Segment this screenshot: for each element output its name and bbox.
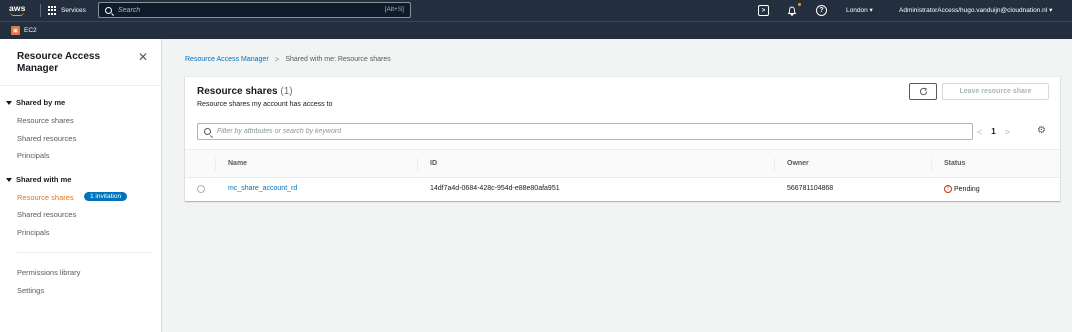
account-label: AdministratorAccess/hugo.vanduijn@cloudn… [899,7,1048,14]
aws-smile-icon [10,12,24,16]
panel-title-text: Resource shares [197,86,278,97]
grid-icon [48,6,57,15]
global-search[interactable]: [Alt+S] [98,2,411,18]
services-menu-button[interactable]: Services [48,4,86,17]
panel-count: (1) [280,86,293,97]
filter-bar[interactable] [197,123,973,140]
table-row[interactable]: mc_share_account_rd 14df7a4d-0684-428c-9… [185,178,1060,200]
ec2-favorite-link[interactable]: EC2 [24,27,37,34]
refresh-button[interactable] [909,83,937,100]
pending-icon: ! [944,185,952,193]
sidebar-item-shared-with-me-principals[interactable]: Principals [17,228,50,237]
filter-input[interactable] [217,128,817,135]
favorites-bar: ▣ EC2 [0,21,1072,39]
aws-logo[interactable]: aws [9,3,31,18]
account-menu[interactable]: AdministratorAccess/hugo.vanduijn@cloudn… [899,6,1052,14]
sidebar-divider [17,252,152,253]
refresh-icon [919,87,927,96]
row-select-radio[interactable] [197,185,205,193]
global-search-input[interactable] [118,6,358,14]
status-badge: ! Pending [944,185,980,193]
search-icon [204,128,211,135]
column-divider [774,158,775,171]
pagination: < 1 > [977,123,1010,140]
caret-down-icon [6,100,12,105]
resource-shares-table-container: Resource shares (1) Resource shares my a… [185,77,1060,201]
panel-description: Resource shares my account has access to [197,101,333,108]
chevron-left-icon[interactable]: < [977,127,982,137]
chevron-right-icon: > [274,55,280,64]
chevron-down-icon: ▾ [869,7,873,14]
sidebar-item-settings[interactable]: Settings [17,286,44,295]
column-divider [931,158,932,171]
chevron-down-icon: ▾ [1049,7,1053,14]
breadcrumb: Resource Access Manager > Shared with me… [185,55,391,64]
search-icon [105,6,112,14]
cloudshell-icon[interactable]: > [758,5,769,16]
top-navigation: aws Services [Alt+S] > ? London ▾ Admini… [0,0,1072,21]
gear-icon[interactable]: ⚙ [1037,126,1047,136]
sidebar-item-shared-by-me-shared-resources[interactable]: Shared resources [17,134,76,143]
invitation-badge: 1 invitation [84,192,128,201]
sidebar-item-shared-by-me-principals[interactable]: Principals [17,151,50,160]
caret-down-icon [6,177,12,182]
notification-dot [798,3,801,6]
sidebar-title[interactable]: Resource Access Manager [17,51,127,75]
sidebar-item-shared-with-me-shared-resources[interactable]: Shared resources [17,210,76,219]
column-header-status[interactable]: Status [944,160,965,167]
resource-share-id: 14df7a4d-0684-428c-954d-e88e80afa951 [430,185,560,192]
status-text: Pending [954,185,980,193]
region-label: London [846,7,868,14]
leave-resource-share-button[interactable]: Leave resource share [942,83,1049,100]
column-divider [215,158,216,171]
column-header-name[interactable]: Name [228,160,247,167]
bell-icon[interactable] [786,5,797,16]
panel-title: Resource shares (1) [197,86,293,97]
help-icon[interactable]: ? [816,5,827,16]
table-header: Name ID Owner Status [185,149,1060,178]
services-label: Services [61,7,86,14]
breadcrumb-current: Shared with me: Resource shares [285,56,391,63]
sidebar-divider [0,85,162,86]
column-header-id[interactable]: ID [430,160,437,167]
sidebar-item-shared-with-me-resource-shares[interactable]: Resource shares [17,193,74,202]
search-shortcut: [Alt+S] [384,6,404,13]
resource-share-name-link[interactable]: mc_share_account_rd [228,185,297,192]
section-label: Shared by me [16,98,66,107]
sidebar-item-shared-by-me-resource-shares[interactable]: Resource shares [17,116,74,125]
resource-share-owner: 566781104868 [787,185,834,192]
ec2-icon[interactable]: ▣ [11,26,20,35]
column-divider [417,158,418,171]
section-label: Shared with me [16,175,72,184]
section-shared-by-me[interactable]: Shared by me [6,98,65,107]
chevron-right-icon[interactable]: > [1005,127,1010,137]
column-header-owner[interactable]: Owner [787,160,809,167]
breadcrumb-root-link[interactable]: Resource Access Manager [185,56,269,63]
nav-divider [40,4,41,17]
side-navigation: Resource Access Manager ✕ Shared by me R… [0,39,162,332]
region-selector[interactable]: London ▾ [846,6,873,14]
sidebar-item-permissions-library[interactable]: Permissions library [17,268,80,277]
close-icon[interactable]: ✕ [138,51,148,63]
page-number[interactable]: 1 [991,127,995,136]
section-shared-with-me[interactable]: Shared with me [6,175,71,184]
